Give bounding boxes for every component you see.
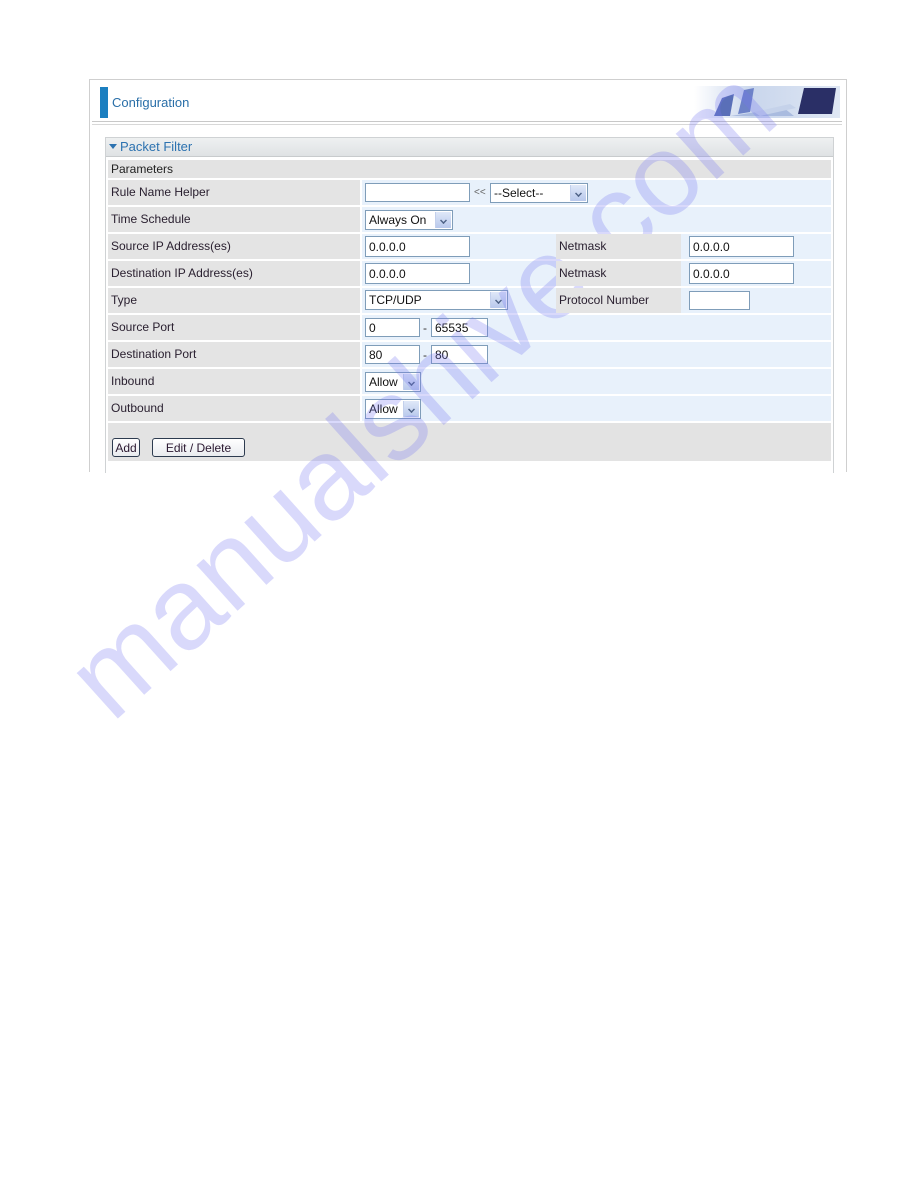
header-divider <box>92 121 842 122</box>
source-ip-input[interactable] <box>365 236 470 257</box>
type-select[interactable]: TCP/UDP <box>365 290 508 310</box>
outbound-value-cell: Allow <box>362 396 831 421</box>
destination-ip-label: Destination IP Address(es) <box>108 261 360 286</box>
row-rule-name: Rule Name Helper << --Select-- <box>108 180 831 205</box>
source-netmask-input[interactable] <box>689 236 794 257</box>
chevron-down-icon <box>490 292 506 308</box>
header-accent-bar <box>100 87 108 118</box>
inbound-label: Inbound <box>108 369 360 394</box>
source-ip-value-cell: Netmask <box>362 234 831 259</box>
panel-title-text: Packet Filter <box>120 139 193 154</box>
chevron-down-icon <box>570 185 586 201</box>
packet-filter-panel: Packet Filter Parameters Rule Name Helpe… <box>105 137 834 473</box>
protocol-number-label: Protocol Number <box>556 288 681 313</box>
source-netmask-label: Netmask <box>556 234 681 259</box>
rule-helper-select[interactable]: --Select-- <box>490 183 588 203</box>
helper-arrow: << <box>474 187 486 198</box>
header-divider <box>92 124 842 125</box>
configuration-frame: Configuration Packet Filter Parameters R… <box>89 79 847 473</box>
row-type: Type TCP/UDP Protocol Number <box>108 288 831 313</box>
row-outbound: Outbound Allow <box>108 396 831 421</box>
parameters-heading: Parameters <box>108 160 831 178</box>
inbound-select-value: Allow <box>369 375 398 389</box>
row-destination-port: Destination Port - <box>108 342 831 367</box>
type-select-value: TCP/UDP <box>369 293 422 307</box>
row-time-schedule: Time Schedule Always On <box>108 207 831 232</box>
outbound-select[interactable]: Allow <box>365 399 421 419</box>
source-port-to-input[interactable] <box>431 318 488 337</box>
type-value-cell: TCP/UDP Protocol Number <box>362 288 831 313</box>
source-port-label: Source Port <box>108 315 360 340</box>
row-inbound: Inbound Allow <box>108 369 831 394</box>
chevron-down-icon <box>403 401 419 417</box>
packet-filter-title[interactable]: Packet Filter <box>106 138 833 157</box>
inbound-value-cell: Allow <box>362 369 831 394</box>
destination-ip-input[interactable] <box>365 263 470 284</box>
rule-name-input[interactable] <box>365 183 470 202</box>
protocol-number-input[interactable] <box>689 291 750 310</box>
destination-port-from-input[interactable] <box>365 345 420 364</box>
destination-netmask-input[interactable] <box>689 263 794 284</box>
inbound-select[interactable]: Allow <box>365 372 421 392</box>
rule-helper-select-value: --Select-- <box>494 186 544 200</box>
destination-ip-value-cell: Netmask <box>362 261 831 286</box>
destination-port-label: Destination Port <box>108 342 360 367</box>
rule-name-value-cell: << --Select-- <box>362 180 831 205</box>
destination-port-value-cell: - <box>362 342 831 367</box>
source-port-from-input[interactable] <box>365 318 420 337</box>
type-label: Type <box>108 288 360 313</box>
page-header: Configuration <box>90 80 846 125</box>
source-port-value-cell: - <box>362 315 831 340</box>
port-range-separator: - <box>423 348 427 362</box>
port-range-separator: - <box>423 321 427 335</box>
chevron-down-icon <box>403 374 419 390</box>
chevron-down-icon <box>435 212 451 228</box>
source-ip-label: Source IP Address(es) <box>108 234 360 259</box>
office-banner-icon <box>694 86 840 118</box>
outbound-select-value: Allow <box>369 402 398 416</box>
time-schedule-select-value: Always On <box>369 213 427 227</box>
add-button[interactable]: Add <box>112 438 140 457</box>
page-title: Configuration <box>112 95 190 110</box>
outbound-label: Outbound <box>108 396 360 421</box>
row-source-port: Source Port - <box>108 315 831 340</box>
row-destination-ip: Destination IP Address(es) Netmask <box>108 261 831 286</box>
button-bar: Add Edit / Delete <box>108 423 831 461</box>
time-schedule-label: Time Schedule <box>108 207 360 232</box>
time-schedule-value-cell: Always On <box>362 207 831 232</box>
edit-delete-button[interactable]: Edit / Delete <box>152 438 245 457</box>
destination-port-to-input[interactable] <box>431 345 488 364</box>
row-source-ip: Source IP Address(es) Netmask <box>108 234 831 259</box>
rule-name-label: Rule Name Helper <box>108 180 360 205</box>
destination-netmask-label: Netmask <box>556 261 681 286</box>
triangle-down-icon <box>109 144 117 150</box>
time-schedule-select[interactable]: Always On <box>365 210 453 230</box>
